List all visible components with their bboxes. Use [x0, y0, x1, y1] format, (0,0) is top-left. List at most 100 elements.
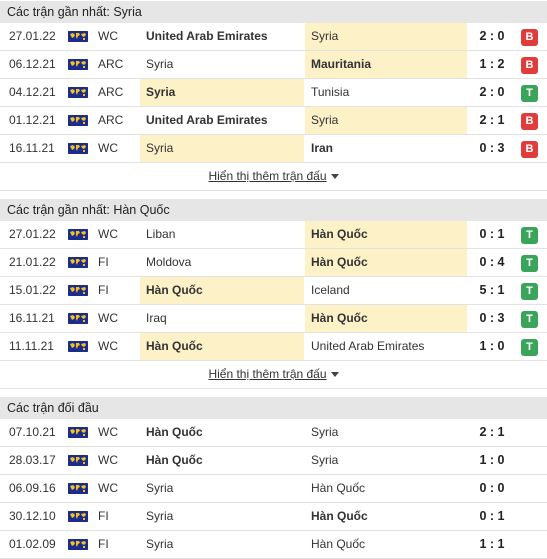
match-date: 28.03.17 — [9, 453, 56, 467]
world-map-flag-icon — [68, 313, 88, 324]
section-title: Các trận đối đầu — [0, 396, 547, 419]
match-score[interactable]: 0 : 1 — [467, 221, 517, 248]
section-title: Các trận gần nhất: Syria — [0, 0, 547, 23]
world-map-flag-icon — [68, 31, 88, 42]
match-row[interactable]: 28.03.17 WC Hàn Quốc Syria 1 : 0 — [0, 447, 547, 475]
match-score[interactable]: 0 : 3 — [467, 305, 517, 332]
match-row[interactable]: 30.12.10 FI Syria Hàn Quốc 0 : 1 — [0, 503, 547, 531]
competition-code: WC — [98, 481, 118, 495]
world-map-flag-icon — [68, 511, 88, 522]
match-score[interactable]: 2 : 0 — [467, 79, 517, 106]
match-score[interactable]: 1 : 0 — [467, 447, 517, 474]
away-team[interactable]: Hàn Quốc — [305, 503, 467, 530]
match-score[interactable]: 2 : 1 — [467, 419, 517, 446]
section-2: Các trận đối đầu 07.10.21 WC Hàn Quốc Syria 2… — [0, 396, 547, 559]
away-team[interactable]: Hàn Quốc — [305, 305, 467, 332]
show-more-link[interactable]: Hiển thị thêm trận đấu — [208, 169, 326, 183]
match-score[interactable]: 2 : 1 — [467, 107, 517, 134]
away-team[interactable]: Syria — [305, 447, 467, 474]
show-more-link[interactable]: Hiển thị thêm trận đấu — [208, 367, 326, 381]
away-team[interactable]: Hàn Quốc — [305, 249, 467, 276]
match-score[interactable]: 0 : 0 — [467, 475, 517, 502]
match-row[interactable]: 27.01.22 WC Liban Hàn Quốc 0 : 1T — [0, 221, 547, 249]
match-row[interactable]: 27.01.22 WC United Arab Emirates Syria 2 : 0… — [0, 23, 547, 51]
match-score[interactable]: 0 : 1 — [467, 503, 517, 530]
result-badge: T — [521, 311, 538, 328]
section-0: Các trận gần nhất: Syria 27.01.22 WC United… — [0, 0, 547, 198]
world-map-flag-icon — [68, 115, 88, 126]
match-date: 16.11.21 — [9, 141, 55, 155]
world-map-flag-icon — [68, 539, 88, 550]
competition-code: WC — [98, 29, 118, 43]
home-team[interactable]: Hàn Quốc — [140, 419, 304, 446]
match-row[interactable]: 04.12.21 ARC Syria Tunisia 2 : 0T — [0, 79, 547, 107]
result-badge: B — [521, 141, 538, 158]
home-team[interactable]: Moldova — [140, 249, 304, 276]
away-team[interactable]: Hàn Quốc — [305, 475, 467, 502]
match-row[interactable]: 06.12.21 ARC Syria Mauritania 1 : 2B — [0, 51, 547, 79]
away-team[interactable]: Hàn Quốc — [305, 221, 467, 248]
away-team[interactable]: Tunisia — [305, 79, 467, 106]
away-team[interactable]: Syria — [305, 23, 467, 50]
world-map-flag-icon — [68, 483, 88, 494]
match-date: 16.11.21 — [9, 311, 55, 325]
competition-code: WC — [98, 425, 118, 439]
home-team[interactable]: Syria — [140, 79, 304, 106]
match-row[interactable]: 16.11.21 WC Syria Iran 0 : 3B — [0, 135, 547, 163]
match-score[interactable]: 1 : 2 — [467, 51, 517, 78]
match-score[interactable]: 0 : 3 — [467, 135, 517, 162]
match-date: 04.12.21 — [9, 85, 56, 99]
show-more-row: Hiển thị thêm trận đấu — [0, 163, 547, 191]
home-team[interactable]: Syria — [140, 135, 304, 162]
world-map-flag-icon — [68, 427, 88, 438]
home-team[interactable]: Liban — [140, 221, 304, 248]
match-date: 15.01.22 — [9, 283, 56, 297]
caret-down-icon[interactable] — [330, 174, 339, 180]
away-team[interactable]: Iran — [305, 135, 467, 162]
home-team[interactable]: Hàn Quốc — [140, 333, 304, 360]
world-map-flag-icon — [68, 59, 88, 70]
world-map-flag-icon — [68, 455, 88, 466]
home-team[interactable]: United Arab Emirates — [140, 107, 304, 134]
home-team[interactable]: Syria — [140, 531, 304, 558]
match-score[interactable]: 2 : 0 — [467, 23, 517, 50]
away-team[interactable]: Hàn Quốc — [305, 531, 467, 558]
competition-code: ARC — [98, 85, 124, 99]
away-team[interactable]: Syria — [305, 107, 467, 134]
result-badge: T — [521, 255, 538, 272]
match-date: 01.02.09 — [9, 537, 56, 551]
result-badge: T — [521, 85, 538, 102]
home-team[interactable]: Syria — [140, 475, 304, 502]
match-row[interactable]: 16.11.21 WC Iraq Hàn Quốc 0 : 3T — [0, 305, 547, 333]
result-badge: B — [521, 57, 538, 74]
competition-code: WC — [98, 339, 118, 353]
caret-down-icon[interactable] — [330, 372, 339, 378]
match-row[interactable]: 15.01.22 FI Hàn Quốc Iceland 5 : 1T — [0, 277, 547, 305]
home-team[interactable]: United Arab Emirates — [140, 23, 304, 50]
competition-code: WC — [98, 311, 118, 325]
section-gap — [0, 191, 547, 198]
match-row[interactable]: 07.10.21 WC Hàn Quốc Syria 2 : 1 — [0, 419, 547, 447]
home-team[interactable]: Iraq — [140, 305, 304, 332]
match-row[interactable]: 11.11.21 WC Hàn Quốc United Arab Emirates 1 … — [0, 333, 547, 361]
section-1: Các trận gần nhất: Hàn Quốc 27.01.22 WC Lib… — [0, 198, 547, 396]
world-map-flag-icon — [68, 285, 88, 296]
match-score[interactable]: 0 : 4 — [467, 249, 517, 276]
home-team[interactable]: Hàn Quốc — [140, 277, 304, 304]
away-team[interactable]: Mauritania — [305, 51, 467, 78]
away-team[interactable]: Iceland — [305, 277, 467, 304]
away-team[interactable]: United Arab Emirates — [305, 333, 467, 360]
home-team[interactable]: Syria — [140, 51, 304, 78]
match-row[interactable]: 01.12.21 ARC United Arab Emirates Syria 2 : … — [0, 107, 547, 135]
section-title: Các trận gần nhất: Hàn Quốc — [0, 198, 547, 221]
home-team[interactable]: Hàn Quốc — [140, 447, 304, 474]
match-score[interactable]: 1 : 0 — [467, 333, 517, 360]
match-score[interactable]: 5 : 1 — [467, 277, 517, 304]
match-score[interactable]: 1 : 1 — [467, 531, 517, 558]
home-team[interactable]: Syria — [140, 503, 304, 530]
match-row[interactable]: 06.09.16 WC Syria Hàn Quốc 0 : 0 — [0, 475, 547, 503]
competition-code: WC — [98, 227, 118, 241]
away-team[interactable]: Syria — [305, 419, 467, 446]
world-map-flag-icon — [68, 229, 88, 240]
match-row[interactable]: 21.01.22 FI Moldova Hàn Quốc 0 : 4T — [0, 249, 547, 277]
